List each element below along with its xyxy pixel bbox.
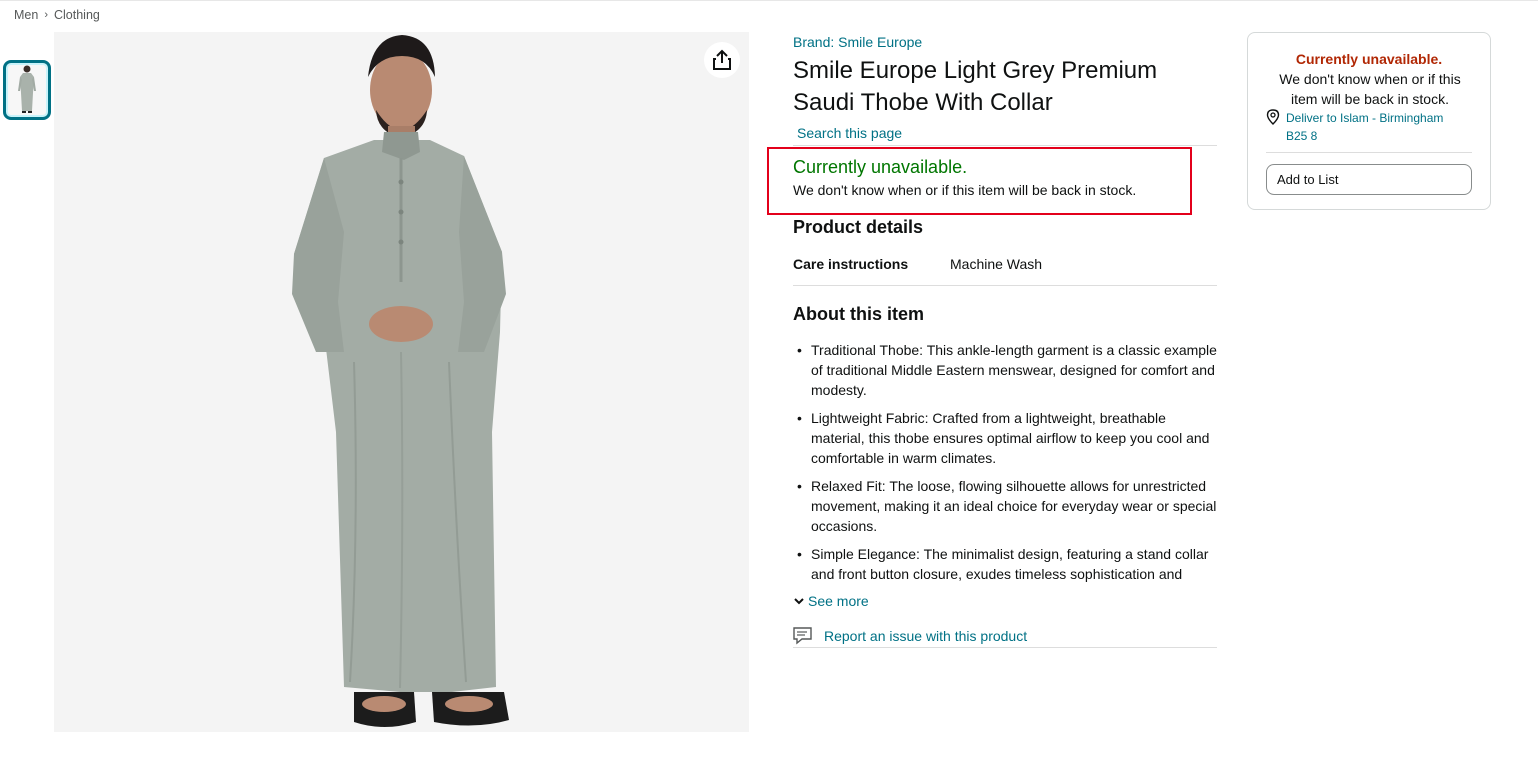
about-bullet: Traditional Thobe: This ankle-length gar…	[793, 340, 1217, 400]
top-border	[0, 0, 1538, 1]
deliver-to-link[interactable]: Deliver to Islam - Birmingham B25 8	[1266, 109, 1476, 145]
breadcrumb: Men › Clothing	[14, 8, 100, 22]
about-bullet: Relaxed Fit: The loose, flowing silhouet…	[793, 476, 1217, 536]
location-pin-icon	[1266, 109, 1280, 125]
about-bullet: Lightweight Fabric: Crafted from a light…	[793, 408, 1217, 468]
share-icon	[713, 49, 731, 70]
buybox-availability-title: Currently unavailable.	[1295, 51, 1443, 67]
breadcrumb-separator: ›	[44, 9, 48, 21]
breadcrumb-clothing[interactable]: Clothing	[54, 8, 100, 22]
care-instructions-label: Care instructions	[793, 256, 909, 272]
deliver-to-label: Deliver to Islam - Birmingham B25 8	[1286, 111, 1444, 143]
about-heading: About this item	[793, 304, 924, 324]
comment-icon	[793, 627, 812, 645]
brand-link[interactable]: Brand: Smile Europe	[793, 33, 1217, 51]
product-details-heading: Product details	[793, 217, 924, 237]
buybox-divider	[1266, 152, 1472, 153]
search-this-page-link[interactable]: Search this page	[797, 124, 902, 142]
product-info: Brand: Smile Europe Smile Europe Light G…	[793, 33, 1217, 146]
see-more-button[interactable]: See more	[793, 592, 869, 610]
report-divider	[793, 647, 1217, 648]
add-to-list-button[interactable]: Add to List	[1266, 164, 1472, 195]
main-product-image[interactable]	[54, 32, 749, 732]
thumbnail-1[interactable]	[3, 60, 51, 120]
buy-box: Currently unavailable. We don't know whe…	[1247, 32, 1491, 210]
share-button[interactable]	[704, 42, 740, 78]
availability-message: We don't know when or if this item will …	[793, 182, 1137, 198]
report-issue-link[interactable]: Report an issue with this product	[793, 627, 1027, 645]
see-more-label: See more	[808, 593, 869, 609]
man-in-grey-thobe-photo	[54, 32, 749, 732]
chevron-down-icon	[794, 598, 804, 605]
care-instructions-value: Machine Wash	[950, 256, 1043, 272]
buybox-availability-message: We don't know when or if this item will …	[1279, 71, 1461, 107]
report-issue-label: Report an issue with this product	[824, 628, 1028, 644]
breadcrumb-men[interactable]: Men	[14, 8, 38, 22]
thobe-thumbnail-icon	[18, 65, 36, 113]
availability-title: Currently unavailable.	[793, 157, 968, 177]
product-title: Smile Europe Light Grey Premium Saudi Th…	[793, 57, 1158, 116]
about-bullet: Simple Elegance: The minimalist design, …	[793, 544, 1217, 582]
about-bullets: Traditional Thobe: This ankle-length gar…	[793, 340, 1217, 582]
details-divider	[793, 285, 1217, 286]
title-divider	[793, 145, 1217, 146]
